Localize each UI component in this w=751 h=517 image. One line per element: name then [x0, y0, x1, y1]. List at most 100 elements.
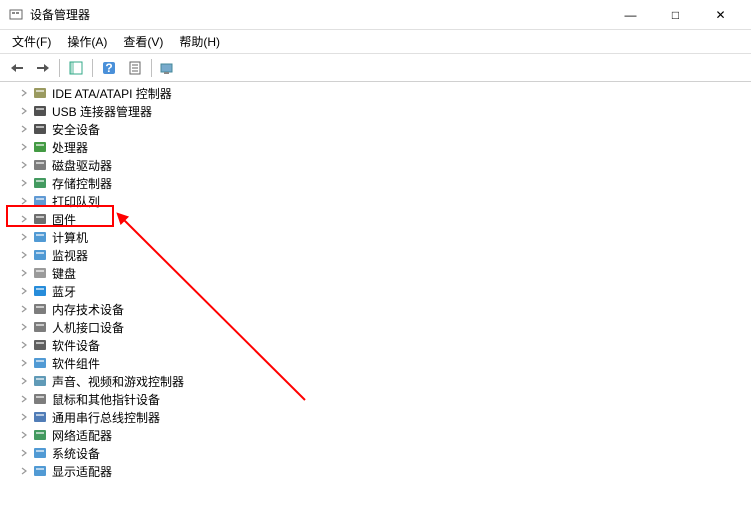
tree-item-network[interactable]: 网络适配器 — [0, 426, 751, 444]
tree-item-label: 人机接口设备 — [52, 319, 124, 336]
chevron-right-icon[interactable] — [18, 431, 30, 439]
minimize-button[interactable]: — — [608, 0, 653, 30]
chevron-right-icon[interactable] — [18, 233, 30, 241]
toolbar-separator — [59, 59, 60, 77]
tree-item-label: USB 连接器管理器 — [52, 103, 152, 120]
tree-item-label: 显示适配器 — [52, 463, 112, 480]
tree-item-bluetooth[interactable]: 蓝牙 — [0, 282, 751, 300]
tree-item-label: 鼠标和其他指针设备 — [52, 391, 160, 408]
usb-bus-icon — [32, 409, 48, 425]
chevron-right-icon[interactable] — [18, 305, 30, 313]
menu-action[interactable]: 操作(A) — [59, 31, 115, 52]
chevron-right-icon[interactable] — [18, 323, 30, 331]
tree-item-monitor[interactable]: 监视器 — [0, 246, 751, 264]
menu-file[interactable]: 文件(F) — [4, 31, 59, 52]
tree-item-label: 蓝牙 — [52, 283, 76, 300]
chevron-right-icon[interactable] — [18, 395, 30, 403]
tree-item-label: IDE ATA/ATAPI 控制器 — [52, 85, 172, 102]
chevron-right-icon[interactable] — [18, 125, 30, 133]
hid-icon — [32, 319, 48, 335]
tree-item-label: 软件设备 — [52, 337, 100, 354]
close-button[interactable]: ✕ — [698, 0, 743, 30]
memory-icon — [32, 301, 48, 317]
maximize-button[interactable]: □ — [653, 0, 698, 30]
back-button[interactable] — [5, 57, 29, 79]
properties-button[interactable] — [123, 57, 147, 79]
tree-item-mouse[interactable]: 鼠标和其他指针设备 — [0, 390, 751, 408]
window-title: 设备管理器 — [30, 6, 608, 23]
cpu-icon — [32, 139, 48, 155]
menu-help[interactable]: 帮助(H) — [171, 31, 228, 52]
chevron-right-icon[interactable] — [18, 467, 30, 475]
tree-item-security[interactable]: 安全设备 — [0, 120, 751, 138]
component-icon — [32, 355, 48, 371]
tree-item-label: 内存技术设备 — [52, 301, 124, 318]
tree-item-hid[interactable]: 人机接口设备 — [0, 318, 751, 336]
tree-item-label: 通用串行总线控制器 — [52, 409, 160, 426]
tree-item-label: 声音、视频和游戏控制器 — [52, 373, 184, 390]
tree-item-label: 打印队列 — [52, 193, 100, 210]
tree-item-label: 磁盘驱动器 — [52, 157, 112, 174]
tree-item-label: 网络适配器 — [52, 427, 112, 444]
system-icon — [32, 445, 48, 461]
show-hide-button[interactable] — [64, 57, 88, 79]
chevron-right-icon[interactable] — [18, 89, 30, 97]
usb-icon — [32, 103, 48, 119]
chevron-right-icon[interactable] — [18, 413, 30, 421]
tree-item-storage[interactable]: 存储控制器 — [0, 174, 751, 192]
tree-item-label: 存储控制器 — [52, 175, 112, 192]
chevron-right-icon[interactable] — [18, 269, 30, 277]
device-tree[interactable]: IDE ATA/ATAPI 控制器USB 连接器管理器安全设备处理器磁盘驱动器存… — [0, 82, 751, 482]
tree-item-keyboard[interactable]: 键盘 — [0, 264, 751, 282]
tree-item-usb-bus[interactable]: 通用串行总线控制器 — [0, 408, 751, 426]
toolbar-separator — [92, 59, 93, 77]
tree-item-system[interactable]: 系统设备 — [0, 444, 751, 462]
forward-button[interactable] — [31, 57, 55, 79]
tree-item-firmware[interactable]: 固件 — [0, 210, 751, 228]
chevron-right-icon[interactable] — [18, 359, 30, 367]
toolbar: ? — [0, 54, 751, 82]
chevron-right-icon[interactable] — [18, 377, 30, 385]
network-icon — [32, 427, 48, 443]
display-icon — [32, 463, 48, 479]
printer-icon — [32, 193, 48, 209]
computer-icon — [32, 229, 48, 245]
menu-view[interactable]: 查看(V) — [115, 31, 171, 52]
tree-item-label: 处理器 — [52, 139, 88, 156]
svg-text:?: ? — [105, 61, 112, 75]
tree-item-cpu[interactable]: 处理器 — [0, 138, 751, 156]
chevron-right-icon[interactable] — [18, 197, 30, 205]
tree-item-software-comp[interactable]: 软件组件 — [0, 354, 751, 372]
toolbar-separator — [151, 59, 152, 77]
tree-item-ide[interactable]: IDE ATA/ATAPI 控制器 — [0, 84, 751, 102]
storage-icon — [32, 175, 48, 191]
scan-hardware-button[interactable] — [156, 57, 180, 79]
chevron-right-icon[interactable] — [18, 341, 30, 349]
tree-item-usb-ctrl[interactable]: USB 连接器管理器 — [0, 102, 751, 120]
tree-item-print-queue[interactable]: 打印队列 — [0, 192, 751, 210]
chevron-right-icon[interactable] — [18, 251, 30, 259]
tree-item-computer[interactable]: 计算机 — [0, 228, 751, 246]
tree-item-disk[interactable]: 磁盘驱动器 — [0, 156, 751, 174]
tree-item-label: 系统设备 — [52, 445, 100, 462]
tree-item-software-dev[interactable]: 软件设备 — [0, 336, 751, 354]
tree-item-label: 键盘 — [52, 265, 76, 282]
disk-icon — [32, 157, 48, 173]
bluetooth-icon — [32, 283, 48, 299]
tree-item-memory[interactable]: 内存技术设备 — [0, 300, 751, 318]
tree-item-sound[interactable]: 声音、视频和游戏控制器 — [0, 372, 751, 390]
chevron-right-icon[interactable] — [18, 215, 30, 223]
tree-item-display[interactable]: 显示适配器 — [0, 462, 751, 480]
chevron-right-icon[interactable] — [18, 287, 30, 295]
software-icon — [32, 337, 48, 353]
security-icon — [32, 121, 48, 137]
chevron-right-icon[interactable] — [18, 107, 30, 115]
monitor-icon — [32, 247, 48, 263]
window-controls: — □ ✕ — [608, 0, 743, 30]
help-button[interactable]: ? — [97, 57, 121, 79]
chevron-right-icon[interactable] — [18, 179, 30, 187]
chevron-right-icon[interactable] — [18, 161, 30, 169]
chevron-right-icon[interactable] — [18, 449, 30, 457]
tree-item-label: 固件 — [52, 211, 76, 228]
chevron-right-icon[interactable] — [18, 143, 30, 151]
